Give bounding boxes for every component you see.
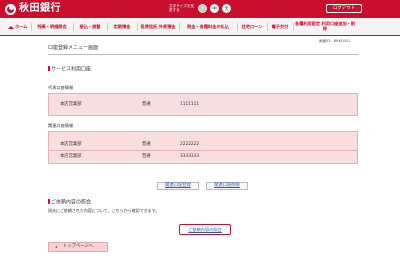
- related-account-box: 本店営業部 普通 2222222 本店営業部 普通 3333333: [48, 131, 358, 164]
- nav-item-e-delivery[interactable]: 電子交付: [268, 18, 292, 36]
- account-branch: 本店営業部: [60, 102, 82, 107]
- inquiry-description: 過去にご依頼された内容について、こちらから確認できます。: [48, 208, 160, 213]
- font-size-medium-button[interactable]: 中: [210, 4, 219, 13]
- nav-item-balance[interactable]: 残高・明細照会: [32, 18, 72, 36]
- account-row: 本店営業部 普通 2222222: [49, 141, 357, 149]
- home-icon: [8, 25, 14, 29]
- nav-item-settings[interactable]: 各種利用設定 利用口座追加・削除: [294, 18, 356, 36]
- screen-id: 画面ID：BRKC001: [319, 39, 351, 43]
- bank-name: 秋田銀行: [19, 3, 61, 15]
- back-to-top-button[interactable]: トップページへ: [48, 242, 108, 252]
- delete-related-account-button[interactable]: 関連口座削除: [206, 182, 248, 190]
- account-type: 普通: [142, 142, 151, 147]
- account-branch: 本店営業部: [60, 154, 82, 159]
- account-row: 本店営業部 普通 3333333: [49, 153, 357, 161]
- account-number: 3333333: [180, 154, 200, 159]
- page-title: 口座登録メニュー画面: [48, 45, 99, 51]
- nav-item-payments[interactable]: 税金・各種料金の払込: [180, 18, 236, 36]
- bank-logo[interactable]: 秋田銀行: [5, 3, 61, 15]
- global-nav: ホーム 残高・明細照会 振込・振替 定期預金 投資信託 外貨預金 税金・各種料金…: [0, 18, 400, 36]
- title-divider: [48, 54, 358, 55]
- font-size-small-button[interactable]: 小: [198, 4, 207, 13]
- nav-item-time-deposit[interactable]: 定期預金: [108, 18, 136, 36]
- account-branch: 本店営業部: [60, 142, 82, 147]
- font-size-large-button[interactable]: 大: [222, 4, 231, 13]
- header-bar: 秋田銀行 文字サイズを変更する 小 中 大 ログアウト: [0, 0, 400, 18]
- nav-item-investment[interactable]: 投資信託 外貨預金: [138, 18, 178, 36]
- nav-item-housing-loan[interactable]: 住宅ローン: [238, 18, 266, 36]
- account-type: 普通: [142, 102, 151, 107]
- section-heading-inquiry: ご依頼内容の照会: [48, 199, 91, 206]
- account-number: 1111111: [180, 102, 200, 107]
- representative-account-label: 代表口座情報: [48, 85, 74, 90]
- nav-item-label: ホーム: [15, 23, 28, 29]
- account-number: 2222222: [180, 142, 200, 147]
- section-heading-services: サービス利用口座: [48, 66, 91, 73]
- account-row: 本店営業部 普通 1111111: [49, 101, 357, 109]
- related-account-label: 関連口座情報: [48, 123, 74, 128]
- nav-item-home[interactable]: ホーム: [8, 18, 30, 36]
- row-divider: [49, 150, 357, 151]
- logout-button[interactable]: ログアウト: [326, 4, 362, 13]
- font-size-label: 文字サイズを変更する: [169, 4, 195, 13]
- inquiry-button[interactable]: ご依頼内容の照会: [179, 224, 231, 235]
- representative-account-box: 本店営業部 普通 1111111: [48, 93, 358, 116]
- account-type: 普通: [142, 154, 151, 159]
- nav-item-transfer[interactable]: 振込・振替: [74, 18, 106, 36]
- register-related-account-button[interactable]: 関連口座登録: [157, 182, 199, 190]
- bank-logo-icon: [5, 3, 16, 15]
